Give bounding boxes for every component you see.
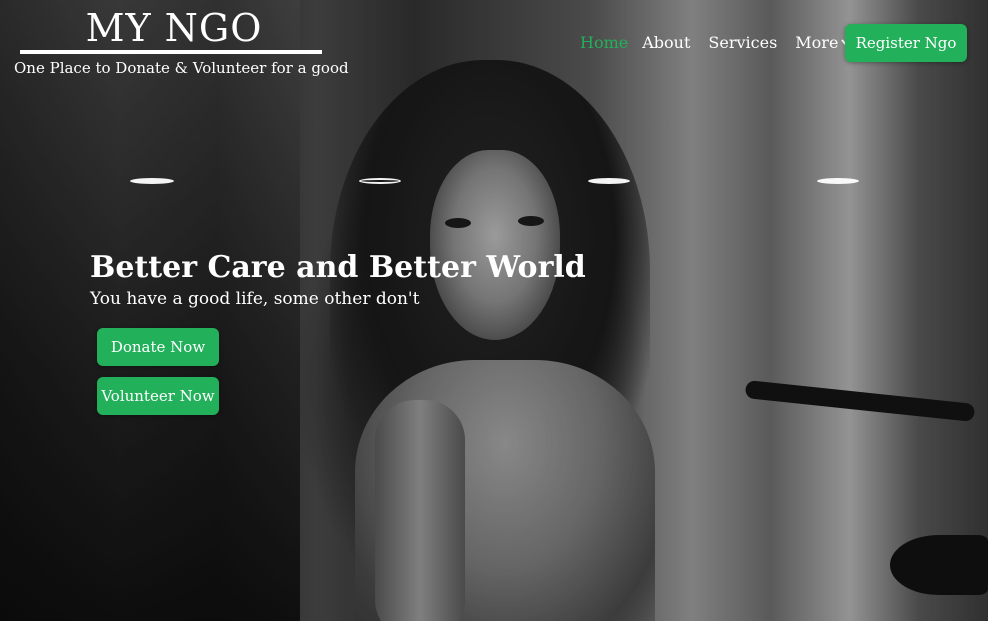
hero-background-image	[0, 0, 988, 621]
carousel-indicator-1[interactable]	[130, 178, 174, 184]
site-title[interactable]: MY NGO	[14, 8, 334, 48]
donate-now-button[interactable]: Donate Now	[97, 328, 219, 366]
carousel-indicator-4[interactable]	[817, 178, 859, 184]
nav-item-home[interactable]: Home	[580, 32, 628, 54]
hero-headline: Better Care and Better World	[90, 250, 586, 285]
hero-subline: You have a good life, some other don't	[90, 289, 420, 309]
register-ngo-button[interactable]: Register Ngo	[845, 24, 967, 62]
nav-item-more-label: More	[795, 33, 839, 52]
site-brand[interactable]: MY NGO One Place to Donate & Volunteer f…	[14, 8, 349, 78]
nav-item-about[interactable]: About	[642, 32, 690, 54]
hero-overlay	[0, 0, 988, 621]
carousel-indicator-2[interactable]	[359, 178, 401, 184]
volunteer-now-button[interactable]: Volunteer Now	[97, 377, 219, 415]
nav-item-services[interactable]: Services	[708, 32, 777, 54]
site-tagline: One Place to Donate & Volunteer for a go…	[14, 59, 349, 77]
brand-underline	[20, 50, 322, 54]
main-nav: Home About Services More	[580, 32, 872, 54]
carousel-indicator-3[interactable]	[588, 178, 630, 184]
